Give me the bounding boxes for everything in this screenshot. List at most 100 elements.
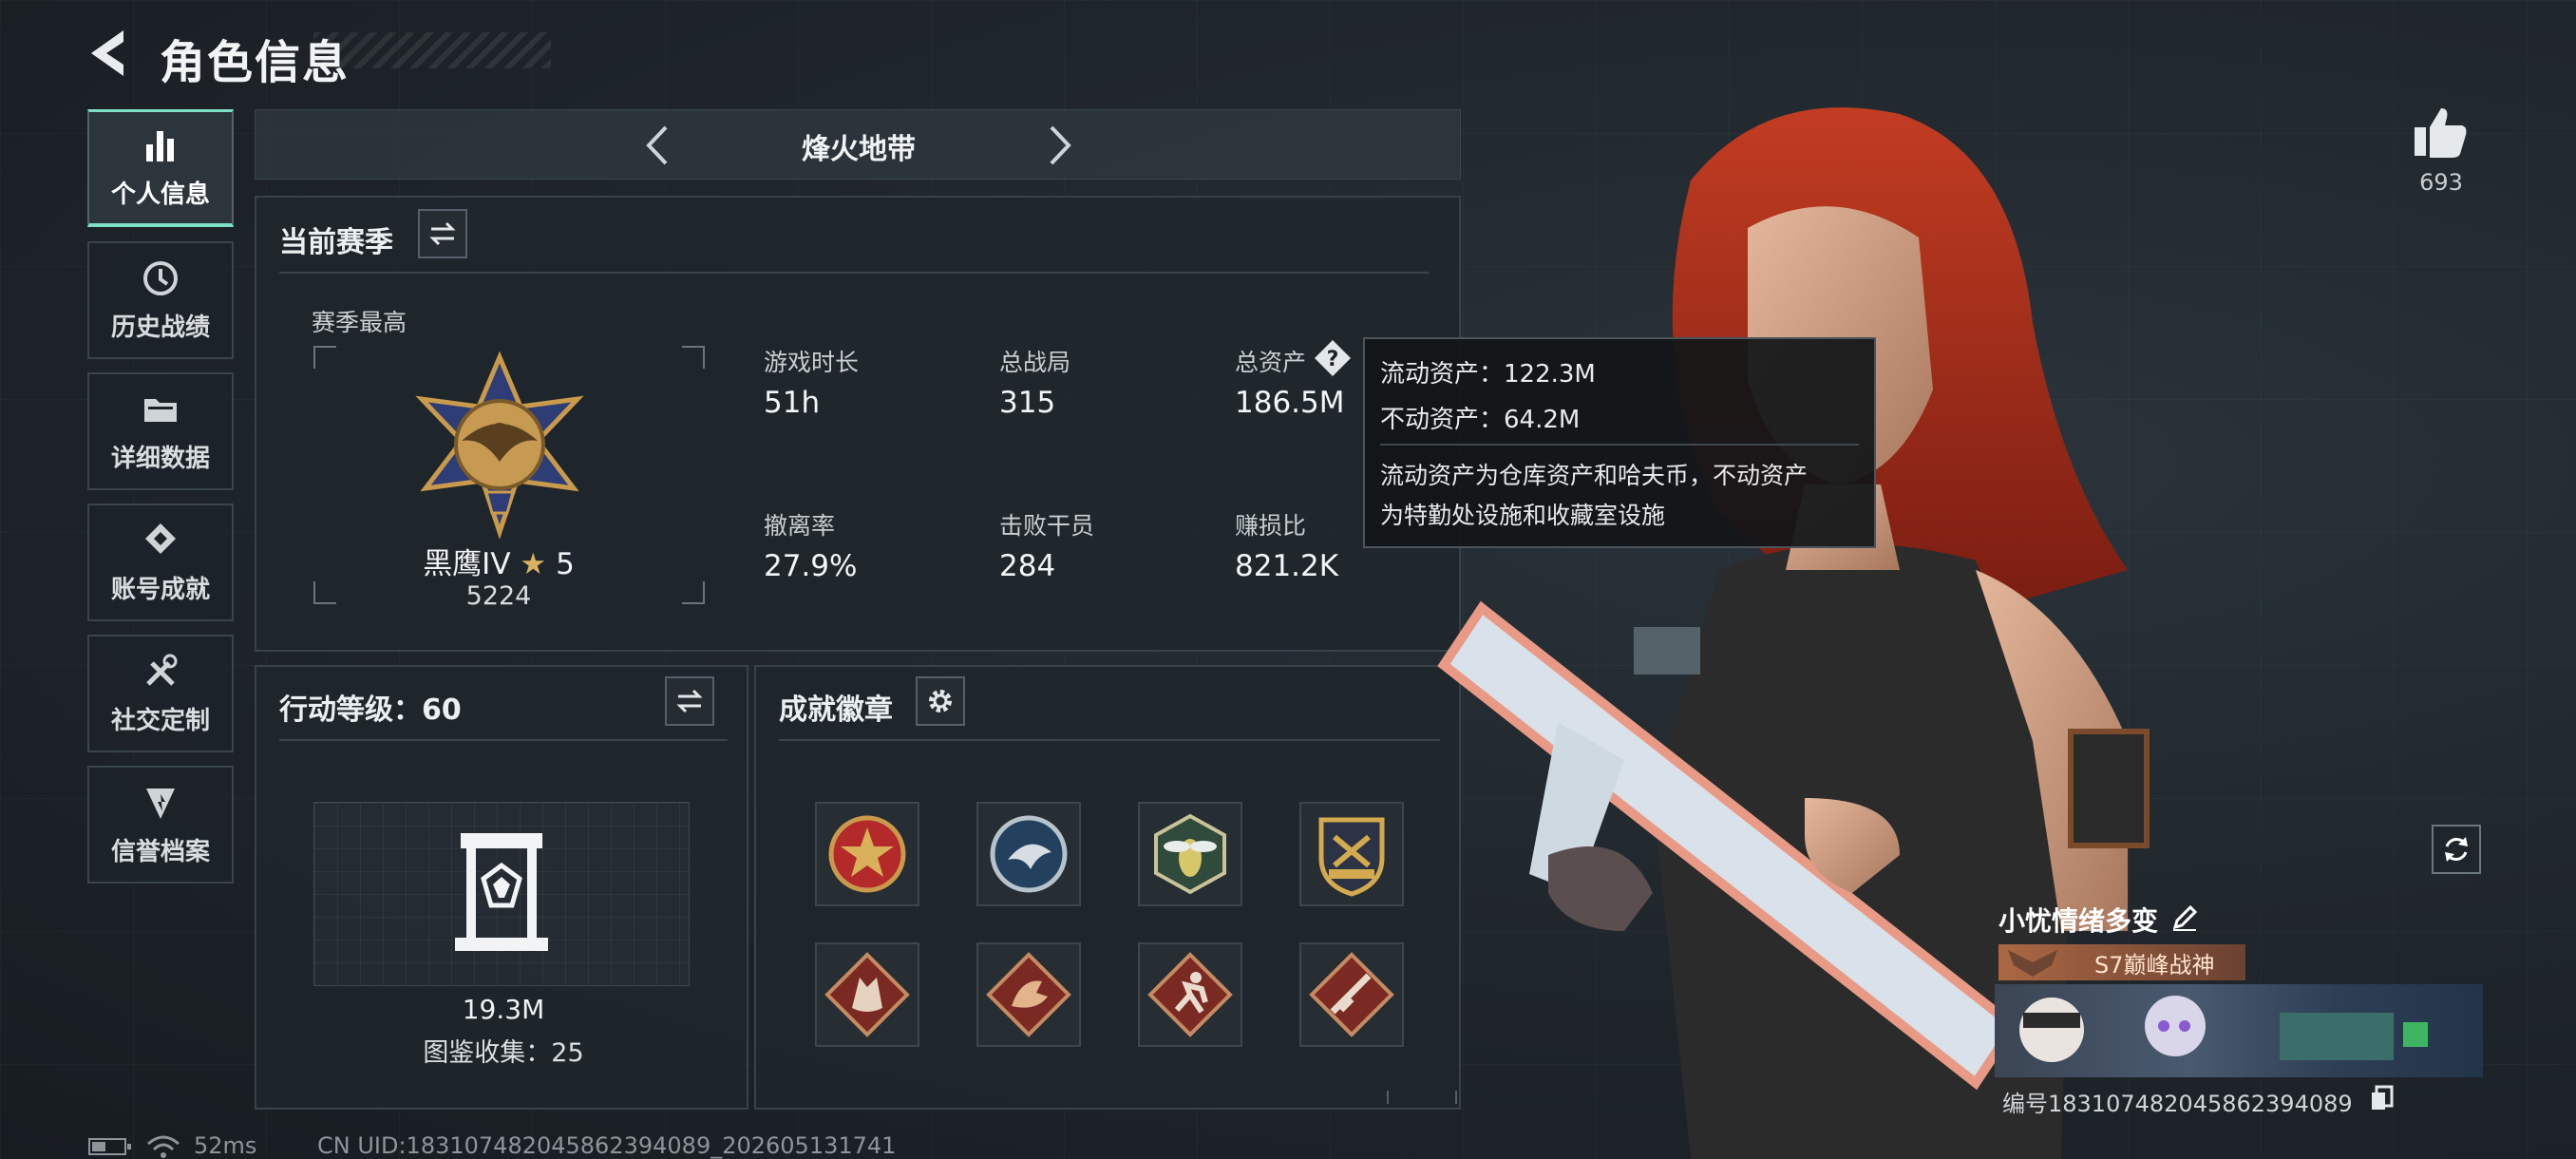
season-rank-text: S7巅峰战神 [2094, 952, 2215, 978]
stat-value: 51h [764, 386, 821, 420]
star-badge-icon [828, 815, 906, 893]
player-id: 编号18310748204586239408​9 [2002, 1091, 2353, 1117]
player-name: 小忧情绪多变 [1998, 905, 2159, 937]
bar-chart-icon [146, 131, 174, 162]
edit-pencil-icon[interactable] [2169, 902, 2200, 933]
battery-icon [88, 1138, 131, 1155]
like-count: 693 [2419, 169, 2463, 196]
stat-label: 撤离率 [764, 512, 836, 540]
refresh-icon [2445, 837, 2468, 862]
stat-value: 186.5M [1235, 386, 1345, 420]
swap-icon [429, 221, 456, 246]
frame-corner [682, 346, 705, 369]
crest-badge-icon [1318, 817, 1385, 897]
rank-name-row: 黑鹰IV ★ 5 [418, 540, 579, 582]
season-best-label: 赛季最高 [312, 309, 407, 336]
achievement-icon [145, 522, 176, 554]
action-level-value: 19.3M [462, 994, 545, 1025]
achievements-title: 成就徽章 [779, 694, 893, 727]
achievement-badge[interactable] [1138, 802, 1242, 906]
season-panel: 当前赛季 赛季最高 黑鹰IV ★ 5 5224 游戏时长 51h 总战局 315… [255, 196, 1461, 652]
uid-text: CN UID:18310748204586239408​9_2026051317… [317, 1132, 897, 1159]
sidebar-item-label: 社交定制 [110, 706, 210, 735]
season-title: 当前赛季 [279, 226, 393, 259]
achievement-badge[interactable] [976, 942, 1081, 1047]
collection-showcase[interactable] [313, 802, 690, 986]
folder-icon [144, 398, 177, 422]
sidebar-item-credit[interactable]: 信誉档案 [87, 766, 234, 884]
mode-selector: 烽火地带 [255, 109, 1461, 180]
sidebar-item-social[interactable]: 社交定制 [87, 635, 234, 752]
sidebar-item-label: 信誉档案 [110, 837, 210, 866]
shield-icon [146, 788, 175, 819]
anime-characters-banner-art [2019, 996, 2428, 1062]
black-hawk-rank-emblem [415, 351, 584, 540]
sidebar-item-label: 个人信息 [110, 180, 210, 209]
action-level-swap-button[interactable] [665, 676, 714, 726]
season-swap-button[interactable] [418, 209, 467, 258]
sidebar-item-history[interactable]: 历史战绩 [87, 241, 234, 359]
thumbs-up-icon[interactable] [2411, 103, 2470, 162]
refresh-button[interactable] [2432, 825, 2481, 874]
frame-corner [313, 346, 336, 369]
divider [279, 272, 1429, 274]
eagle-badge-icon [990, 815, 1068, 893]
help-icon[interactable]: ? [1313, 338, 1353, 378]
rank-wings-icon [2008, 950, 2057, 977]
player-banner-card[interactable] [1995, 984, 2483, 1077]
rank-name: 黑鹰IV [423, 547, 511, 581]
achievements-settings-button[interactable] [916, 676, 965, 726]
sidebar-item-label: 详细数据 [110, 444, 210, 473]
history-clock-icon [143, 260, 178, 295]
page-title: 角色信息 [160, 36, 350, 89]
dragon-badge-icon [986, 952, 1071, 1037]
gear-icon [929, 690, 952, 712]
stat-label: 总资产 [1235, 349, 1307, 376]
collection-count: 图鉴收集：25 [423, 1038, 584, 1068]
achievement-badge[interactable] [1138, 942, 1242, 1047]
achievement-badge[interactable] [815, 942, 919, 1047]
divider [279, 739, 728, 741]
frame-corner [682, 581, 705, 604]
sidebar-item-personal-info[interactable]: 个人信息 [87, 109, 234, 227]
stat-label: 击败干员 [999, 512, 1095, 540]
tools-icon [146, 654, 178, 686]
achievement-badge[interactable] [1299, 942, 1404, 1047]
achievement-badge[interactable] [976, 802, 1081, 906]
achievement-badge[interactable] [1299, 802, 1404, 906]
stat-value: 27.9% [764, 549, 858, 583]
tooltip-description-1: 流动资产为仓库资产和哈夫币，不动资产 [1380, 462, 1809, 489]
copy-icon[interactable] [2369, 1085, 2396, 1112]
tooltip-fixed-assets: 不动资产：64.2M [1380, 406, 1581, 434]
tooltip-liquid-assets: 流动资产：122.3M [1380, 360, 1596, 389]
sidebar-item-details[interactable]: 详细数据 [87, 372, 234, 490]
frame-corner [313, 581, 336, 604]
rank-stars: 5 [556, 547, 575, 581]
ping-text: 52ms [194, 1132, 257, 1159]
divider [1380, 444, 1859, 446]
divider [779, 739, 1440, 741]
achievement-badge[interactable] [815, 802, 919, 906]
sidebar-item-achievements[interactable]: 账号成就 [87, 504, 234, 621]
swap-icon [676, 689, 703, 713]
stat-label: 赚损比 [1235, 512, 1307, 540]
stat-value: 821.2K [1235, 549, 1339, 583]
action-level-panel: 行动等级：60 19.3M 图鉴收集：25 [255, 665, 748, 1110]
chevron-right-icon[interactable] [1034, 122, 1082, 169]
wasp-badge-icon [1154, 813, 1226, 895]
sidebar-item-label: 历史战绩 [110, 313, 210, 342]
stat-label: 游戏时长 [764, 349, 860, 376]
wolf-badge-icon [824, 952, 910, 1037]
achievements-panel: 成就徽章 [754, 665, 1461, 1110]
runner-badge-icon [1147, 952, 1233, 1037]
sidebar-item-label: 账号成就 [110, 575, 210, 604]
rank-star-icon: ★ [520, 547, 547, 581]
back-arrow-icon[interactable] [87, 27, 135, 80]
stat-value: 315 [999, 386, 1056, 420]
rank-score: 5224 [465, 581, 532, 611]
stat-label: 总战局 [999, 349, 1071, 376]
tooltip-description-2: 为特勤处设施和收藏室设施 [1380, 502, 1666, 529]
assets-tooltip: 流动资产：122.3M 不动资产：64.2M 流动资产为仓库资产和哈夫币，不动资… [1363, 337, 1876, 548]
action-level-title: 行动等级：60 [279, 694, 462, 727]
collection-case-icon [455, 833, 548, 951]
